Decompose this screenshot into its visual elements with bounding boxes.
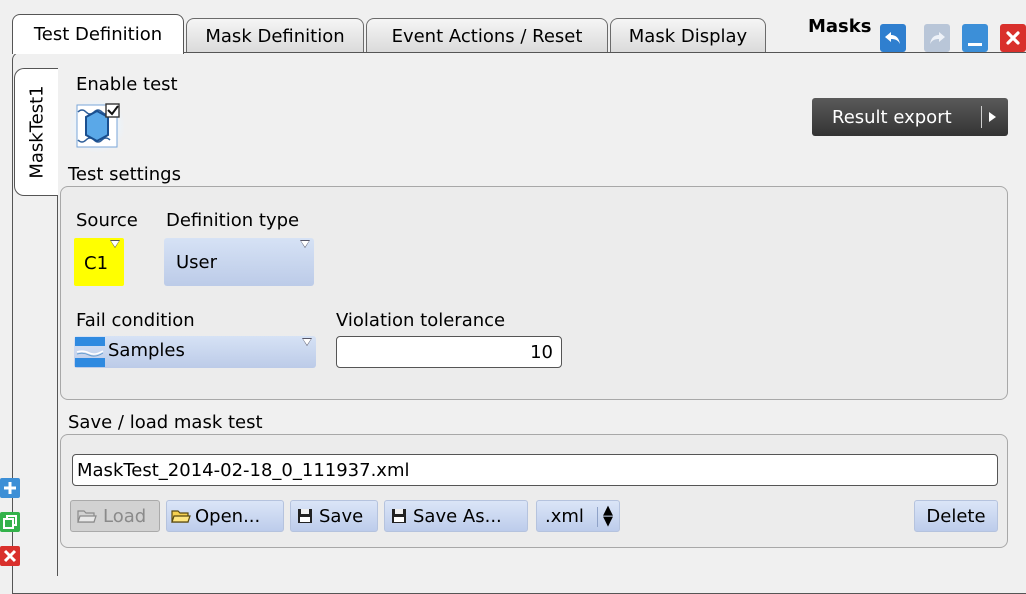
floppy-disk-icon — [298, 509, 312, 523]
test-settings-label: Test settings — [68, 164, 181, 185]
chevron-down-icon — [110, 240, 120, 248]
samples-icon — [75, 337, 105, 367]
tab-mask-display[interactable]: Mask Display — [610, 18, 766, 54]
violation-tolerance-label: Violation tolerance — [336, 310, 506, 331]
mask-test-icon — [76, 103, 120, 148]
folder-open-icon — [171, 510, 191, 523]
undo-icon[interactable] — [880, 24, 906, 52]
save-load-label: Save / load mask test — [68, 412, 263, 433]
mask-file-path-input[interactable]: MaskTest_2014-02-18_0_111937.xml — [72, 454, 998, 486]
copy-icon[interactable] — [0, 512, 20, 532]
fail-condition-label: Fail condition — [76, 310, 195, 331]
violation-tolerance-input[interactable]: 10 — [336, 336, 562, 368]
tab-mask-definition[interactable]: Mask Definition — [186, 18, 364, 54]
floppy-disk-icon — [392, 509, 406, 523]
result-export-button[interactable]: Result export — [812, 98, 1008, 136]
add-icon[interactable] — [0, 478, 20, 498]
save-button[interactable]: Save — [290, 500, 378, 532]
window-title: Masks — [808, 16, 872, 37]
side-tab-masktest1[interactable]: MaskTest1 — [14, 68, 58, 196]
source-dropdown[interactable]: C1 — [74, 238, 124, 286]
minimize-icon[interactable] — [962, 24, 988, 52]
delete-button[interactable]: Delete — [914, 500, 998, 532]
file-extension-select[interactable]: .xml ▲ ▼ — [536, 500, 620, 532]
redo-icon[interactable] — [924, 24, 950, 52]
definition-type-dropdown[interactable]: User — [164, 238, 314, 286]
delete-icon[interactable] — [0, 546, 20, 566]
folder-icon — [77, 510, 97, 523]
definition-type-label: Definition type — [166, 210, 300, 231]
load-button[interactable]: Load — [70, 500, 160, 532]
enable-test-toggle[interactable] — [70, 100, 124, 152]
side-divider — [57, 196, 58, 576]
close-icon[interactable] — [1000, 24, 1026, 52]
tab-event-actions-reset[interactable]: Event Actions / Reset — [366, 18, 608, 54]
save-as-button[interactable]: Save As... — [384, 500, 528, 532]
fail-condition-dropdown[interactable]: Samples — [74, 336, 316, 368]
chevron-down-icon — [300, 240, 310, 248]
open-button[interactable]: Open... — [166, 500, 284, 532]
updown-arrows-icon: ▲ ▼ — [603, 503, 613, 529]
enable-test-label: Enable test — [76, 74, 178, 95]
tab-test-definition[interactable]: Test Definition — [12, 14, 184, 54]
chevron-right-icon — [989, 112, 996, 122]
source-label: Source — [76, 210, 138, 231]
chevron-down-icon — [302, 338, 312, 346]
